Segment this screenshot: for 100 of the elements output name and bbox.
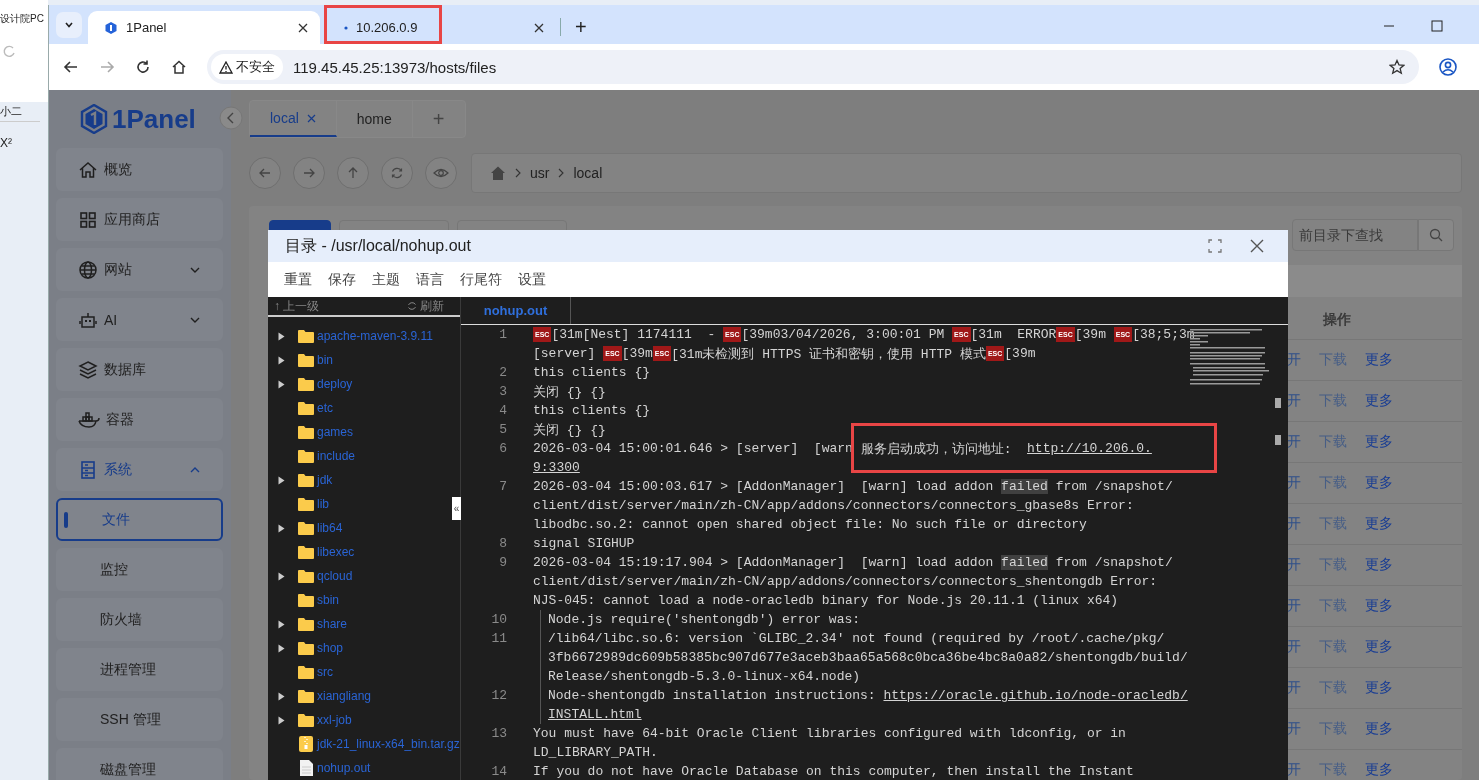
action-link[interactable]: 开 <box>1287 720 1301 738</box>
file-tree-item[interactable]: lib64 <box>268 516 343 540</box>
action-link[interactable]: 下载 <box>1319 761 1347 779</box>
menu-item[interactable]: 设置 <box>518 270 546 289</box>
action-link[interactable]: 更多 <box>1365 720 1393 738</box>
path-segment[interactable]: local <box>573 165 603 181</box>
back-icon[interactable] <box>63 59 79 75</box>
caret-icon[interactable] <box>278 571 285 581</box>
menu-item[interactable]: 网站 <box>56 248 223 291</box>
action-link[interactable]: 开 <box>1287 433 1301 451</box>
action-link[interactable]: 下载 <box>1319 638 1347 656</box>
link[interactable]: INSTALL.html <box>548 707 642 722</box>
action-link[interactable]: 下载 <box>1319 597 1347 615</box>
file-tree-item[interactable]: games <box>268 420 354 444</box>
action-link[interactable]: 开 <box>1287 761 1301 779</box>
action-link[interactable]: 更多 <box>1365 638 1393 656</box>
new-tab-button[interactable]: + <box>569 11 593 44</box>
security-chip[interactable]: 不安全 <box>211 54 283 80</box>
maximize-icon[interactable] <box>1431 20 1443 32</box>
link[interactable]: https://oracle.github.io/node-oracledb/ <box>883 688 1188 703</box>
action-link[interactable]: 开 <box>1287 679 1301 697</box>
action-link[interactable]: 开 <box>1287 392 1301 410</box>
home-icon[interactable] <box>171 59 187 75</box>
close-icon[interactable] <box>1250 239 1264 253</box>
reload-icon[interactable] <box>135 59 151 75</box>
folder-tab[interactable]: home <box>336 101 413 137</box>
action-link[interactable]: 下载 <box>1319 474 1347 492</box>
browser-tab[interactable]: 10.206.0.9 <box>328 11 556 44</box>
action-link[interactable]: 更多 <box>1365 679 1393 697</box>
action-link[interactable]: 开 <box>1287 638 1301 656</box>
action-link[interactable]: 开 <box>1287 474 1301 492</box>
file-tree-item[interactable]: lib <box>268 492 329 516</box>
path-segment[interactable]: usr <box>530 165 550 181</box>
path-bar[interactable]: usr local <box>471 153 1462 193</box>
menu-item[interactable]: 防火墙 <box>56 598 223 641</box>
file-tree-item[interactable]: jdk-21_linux-x64_bin.tar.gz <box>268 732 460 756</box>
folder-tab[interactable]: local <box>250 101 337 137</box>
file-tree-item[interactable]: nohup.out <box>268 756 371 780</box>
add-tab-button[interactable]: + <box>412 101 465 137</box>
caret-icon[interactable] <box>278 355 285 365</box>
caret-icon[interactable] <box>278 619 285 629</box>
action-link[interactable]: 更多 <box>1365 351 1393 369</box>
menu-item[interactable]: 重置 <box>284 270 312 289</box>
action-link[interactable]: 更多 <box>1365 597 1393 615</box>
menu-item[interactable]: 进程管理 <box>56 648 223 691</box>
file-tree-item[interactable]: shop <box>268 636 344 660</box>
file-tree-item[interactable]: include <box>268 444 356 468</box>
caret-icon[interactable] <box>278 643 285 653</box>
parent-folder-button[interactable]: ↑ 上一级 <box>274 297 320 315</box>
action-link[interactable]: 更多 <box>1365 474 1393 492</box>
menu-item[interactable]: 文件 <box>56 498 223 541</box>
menu-item[interactable]: 数据库 <box>56 348 223 391</box>
action-link[interactable]: 开 <box>1287 556 1301 574</box>
file-tree-item[interactable]: share <box>268 612 348 636</box>
action-link[interactable]: 下载 <box>1319 720 1347 738</box>
action-link[interactable]: 更多 <box>1365 392 1393 410</box>
menu-item[interactable]: 行尾符 <box>460 270 502 289</box>
file-tree-item[interactable]: src <box>268 660 333 684</box>
action-link[interactable]: 下载 <box>1319 556 1347 574</box>
menu-item[interactable]: AI <box>56 298 223 341</box>
caret-icon[interactable] <box>278 379 285 389</box>
link[interactable]: http://10.206.0. <box>1027 441 1152 456</box>
caret-icon[interactable] <box>278 691 285 701</box>
menu-item[interactable]: 磁盘管理 <box>56 748 223 780</box>
caret-icon[interactable] <box>278 331 285 341</box>
file-tree-item[interactable]: qcloud <box>268 564 353 588</box>
action-link[interactable]: 更多 <box>1365 433 1393 451</box>
star-icon[interactable] <box>1389 59 1405 75</box>
file-tree-item[interactable]: sbin <box>268 588 339 612</box>
refresh-button[interactable]: 刷新 <box>407 297 444 315</box>
menu-item[interactable]: 监控 <box>56 548 223 591</box>
menu-item[interactable]: 容器 <box>56 398 223 441</box>
address-bar[interactable]: 不安全 119.45.45.25:13973/hosts/files <box>207 50 1419 84</box>
menu-item[interactable]: 主题 <box>372 270 400 289</box>
action-link[interactable]: 更多 <box>1365 556 1393 574</box>
editor-tab[interactable]: nohup.out <box>461 297 571 324</box>
file-tree-item[interactable]: libexec <box>268 540 355 564</box>
action-link[interactable]: 更多 <box>1365 515 1393 533</box>
action-link[interactable]: 下载 <box>1319 351 1347 369</box>
menu-item[interactable]: SSH 管理 <box>56 698 223 741</box>
action-link[interactable]: 开 <box>1287 515 1301 533</box>
action-link[interactable]: 下载 <box>1319 515 1347 533</box>
close-icon[interactable] <box>298 22 308 33</box>
menu-item[interactable]: 系统 <box>56 448 223 491</box>
action-link[interactable]: 更多 <box>1365 761 1393 779</box>
superscript-button[interactable]: X² <box>0 136 48 150</box>
action-link[interactable]: 开 <box>1287 597 1301 615</box>
caret-icon[interactable] <box>278 475 285 485</box>
font-size-select[interactable]: 小二 <box>0 104 40 122</box>
caret-icon[interactable] <box>278 715 285 725</box>
browser-tab[interactable]: 1Panel <box>88 11 320 44</box>
file-tree-item[interactable]: apache-maven-3.9.11 <box>268 324 433 348</box>
file-tree-item[interactable]: bin <box>268 348 333 372</box>
action-link[interactable]: 下载 <box>1319 679 1347 697</box>
file-tree-item[interactable]: xiangliang <box>268 684 372 708</box>
file-tree-item[interactable]: jdk <box>268 468 333 492</box>
menu-item[interactable]: 应用商店 <box>56 198 223 241</box>
file-tree-item[interactable]: deploy <box>268 372 353 396</box>
search-field[interactable]: 前目录下查找 <box>1292 219 1418 251</box>
action-link[interactable]: 开 <box>1287 351 1301 369</box>
